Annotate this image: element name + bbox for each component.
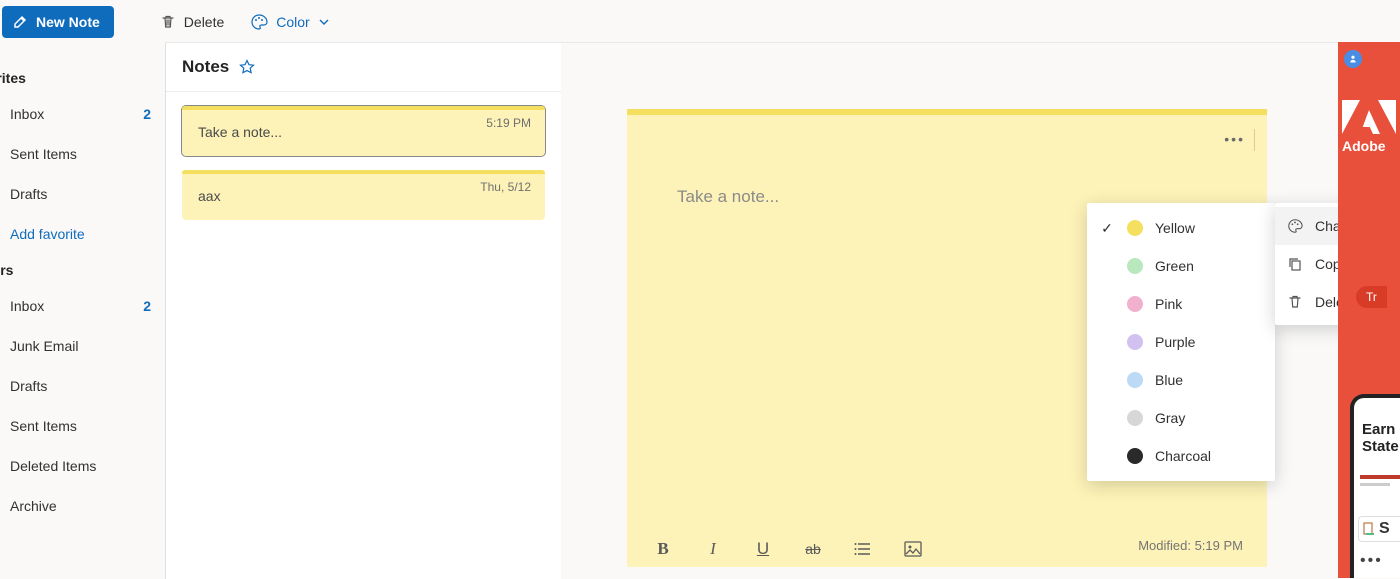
ad-pill[interactable]: Tr [1356, 286, 1387, 308]
sidebar-item-label: Inbox [10, 298, 44, 314]
color-label: Yellow [1155, 220, 1195, 236]
adobe-logo-icon [1342, 100, 1396, 134]
color-option-pink[interactable]: Pink [1087, 285, 1275, 323]
palette-icon [250, 13, 268, 31]
sidebar-item-label: Inbox [10, 106, 44, 122]
swatch-icon [1127, 258, 1143, 274]
toolbar: New Note Delete Color [0, 0, 1400, 42]
color-label: Charcoal [1155, 448, 1211, 464]
underline-button[interactable]: U [753, 539, 773, 559]
palette-icon [1287, 218, 1303, 234]
sidebar-item-label: Junk Email [10, 338, 78, 354]
italic-button[interactable]: I [703, 539, 723, 559]
favorites-header: vorites [0, 62, 165, 94]
privacy-badge-icon[interactable] [1344, 50, 1362, 68]
folders-header: lders [0, 254, 165, 286]
sidebar-item-drafts-fav[interactable]: Drafts [0, 174, 165, 214]
color-option-blue[interactable]: Blue [1087, 361, 1275, 399]
color-option-purple[interactable]: Purple [1087, 323, 1275, 361]
sidebar-item-inbox-fav[interactable]: Inbox 2 [0, 94, 165, 134]
more-icon[interactable]: ••• [1224, 131, 1245, 147]
star-icon[interactable] [239, 59, 255, 75]
ad-card: EarnState S ••• [1350, 394, 1400, 578]
sidebar-item-sent-fav[interactable]: Sent Items [0, 134, 165, 174]
ad-card-line [1360, 483, 1390, 486]
swatch-icon [1127, 410, 1143, 426]
sidebar-item-label: Drafts [10, 378, 47, 394]
note-placeholder: Take a note... [677, 187, 779, 207]
color-option-gray[interactable]: Gray [1087, 399, 1275, 437]
notes-list-header: Notes [166, 43, 561, 92]
sidebar-item-label: Archive [10, 498, 57, 514]
note-preview: aax [198, 188, 221, 204]
bold-button[interactable]: B [653, 539, 673, 559]
color-label: Green [1155, 258, 1194, 274]
new-note-label: New Note [36, 14, 100, 30]
color-label: Pink [1155, 296, 1182, 312]
swatch-icon [1127, 448, 1143, 464]
modified-label: Modified: 5:19 PM [1138, 538, 1243, 553]
color-label: Gray [1155, 410, 1185, 426]
delete-button[interactable]: Delete [150, 6, 234, 38]
compose-icon [12, 14, 28, 30]
note-content-pane: ••• Take a note... B I U ab Modified: 5:… [561, 42, 1400, 579]
unread-badge: 2 [143, 298, 151, 314]
format-toolbar: B I U ab [653, 539, 923, 559]
new-note-button[interactable]: New Note [2, 6, 114, 38]
color-submenu: ✓ Yellow Green Pink Purple [1087, 203, 1275, 481]
swatch-icon [1127, 296, 1143, 312]
swatch-icon [1127, 334, 1143, 350]
ad-panel: Adobe Tr EarnState S ••• [1338, 42, 1400, 578]
ad-card-line [1360, 475, 1400, 479]
copy-icon [1287, 256, 1303, 272]
separator [1254, 129, 1255, 151]
bullet-list-button[interactable] [853, 539, 873, 559]
color-label: Blue [1155, 372, 1183, 388]
sidebar-item-inbox[interactable]: Inbox 2 [0, 286, 165, 326]
color-option-charcoal[interactable]: Charcoal [1087, 437, 1275, 475]
check-icon: ✓ [1099, 220, 1115, 237]
sidebar-item-label: Drafts [10, 186, 47, 202]
add-favorite-link[interactable]: Add favorite [0, 214, 165, 254]
trash-icon [1287, 294, 1303, 310]
color-label: Purple [1155, 334, 1195, 350]
color-button[interactable]: Color [240, 6, 339, 38]
swatch-icon [1127, 372, 1143, 388]
sidebar-item-archive[interactable]: Archive [0, 486, 165, 526]
ad-card-dots: ••• [1360, 552, 1400, 570]
ad-card-action[interactable]: S [1358, 516, 1400, 542]
main: vorites Inbox 2 Sent Items Drafts Add fa… [0, 42, 1400, 579]
sidebar-item-label: Sent Items [10, 146, 77, 162]
unread-badge: 2 [143, 106, 151, 122]
note-preview: Take a note... [198, 124, 282, 140]
ad-card-title: EarnState [1354, 398, 1400, 455]
note-time: 5:19 PM [486, 116, 531, 130]
add-favorite-label: Add favorite [10, 226, 85, 242]
sidebar-item-label: Deleted Items [10, 458, 96, 474]
color-option-yellow[interactable]: ✓ Yellow [1087, 209, 1275, 247]
sidebar: vorites Inbox 2 Sent Items Drafts Add fa… [0, 42, 165, 579]
notes-list-pane: Notes 5:19 PM Take a note... Thu, 5/12 a… [165, 42, 561, 579]
sidebar-item-label: Sent Items [10, 418, 77, 434]
sidebar-item-junk[interactable]: Junk Email [0, 326, 165, 366]
trash-icon [160, 14, 176, 30]
delete-label: Delete [184, 14, 224, 30]
chevron-down-icon [318, 16, 330, 28]
ad-card-action-label: S [1379, 520, 1390, 538]
sidebar-item-sent[interactable]: Sent Items [0, 406, 165, 446]
strikethrough-button[interactable]: ab [803, 539, 823, 559]
note-card[interactable]: 5:19 PM Take a note... [182, 106, 545, 156]
sidebar-item-drafts[interactable]: Drafts [0, 366, 165, 406]
ad-brand: Adobe [1342, 138, 1386, 154]
note-card[interactable]: Thu, 5/12 aax [182, 170, 545, 220]
note-time: Thu, 5/12 [480, 180, 531, 194]
color-label: Color [276, 14, 309, 30]
notes-title: Notes [182, 57, 229, 77]
image-button[interactable] [903, 539, 923, 559]
swatch-icon [1127, 220, 1143, 236]
sidebar-item-deleted[interactable]: Deleted Items [0, 446, 165, 486]
color-option-green[interactable]: Green [1087, 247, 1275, 285]
